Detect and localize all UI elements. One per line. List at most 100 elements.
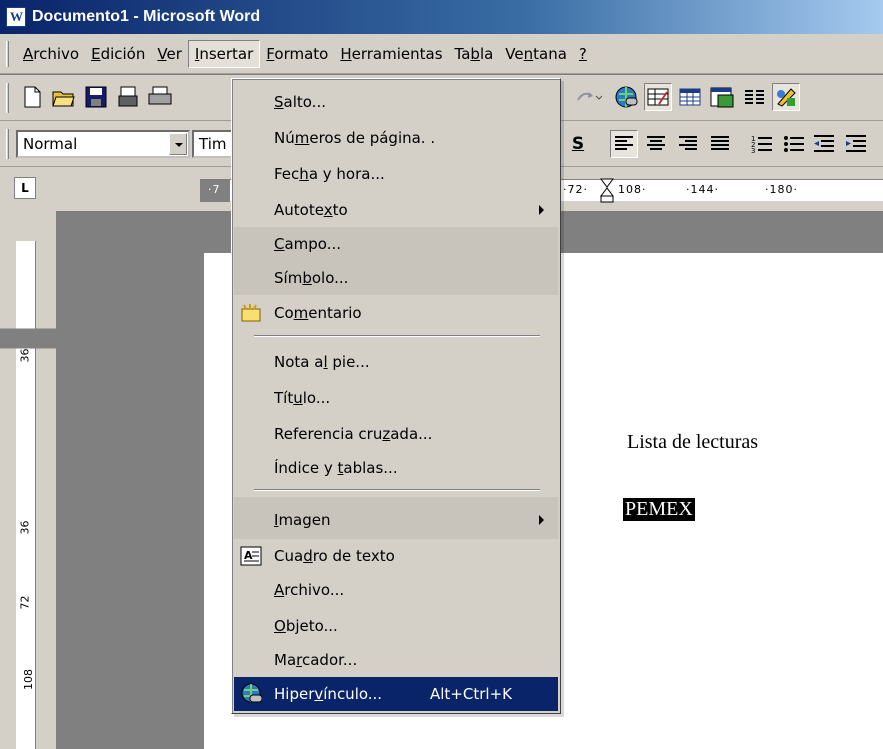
menu-herramientas[interactable]: Herramientas (334, 41, 448, 67)
font-combo[interactable]: Tim (192, 130, 232, 158)
menu-item-label: Archivo... (274, 581, 345, 599)
insert-menu: Salto... Números de página. . Fecha y ho… (231, 78, 561, 714)
menu-item-nota-pie[interactable]: Nota al pie... (234, 345, 558, 379)
permission-icon[interactable] (114, 83, 142, 111)
tab-selector[interactable]: L (14, 177, 36, 199)
open-icon[interactable] (50, 83, 78, 111)
new-document-icon[interactable] (18, 83, 46, 111)
menu-item-label: Autotexto (274, 201, 348, 219)
insert-table-icon[interactable] (676, 83, 704, 111)
menu-ver[interactable]: Ver (151, 41, 188, 67)
menu-item-label: Símbolo... (274, 269, 349, 287)
menu-insertar[interactable]: Insertar (187, 39, 261, 68)
print-icon[interactable] (146, 83, 174, 111)
ruler-label: ·7 (208, 183, 221, 196)
submenu-arrow-icon (539, 205, 544, 215)
menu-ventana[interactable]: Ventana (499, 41, 573, 67)
menu-item-simbolo[interactable]: Símbolo... (234, 261, 558, 295)
align-center-icon[interactable] (642, 130, 670, 158)
word-icon[interactable] (6, 7, 26, 27)
ruler-label: ·72· (563, 183, 588, 196)
menu-item-label: Nota al pie... (274, 353, 370, 371)
title-bar: Documento1 - Microsoft Word (0, 0, 883, 34)
menu-item-label: Campo... (274, 235, 342, 253)
menu-bar: Archivo Edición Ver Insertar Formato Her… (0, 34, 883, 74)
ruler-label: ·144· (686, 183, 719, 196)
menu-item-label: Salto... (274, 93, 326, 111)
menu-edicion[interactable]: Edición (85, 41, 151, 67)
menu-item-hipervinculo[interactable]: Hipervínculo... Alt+Ctrl+K (234, 677, 558, 711)
vertical-ruler-area: 36 36 72 108 (0, 211, 124, 749)
hyperlink-icon[interactable] (612, 83, 640, 111)
menu-separator (254, 489, 540, 491)
menu-formato[interactable]: Formato (260, 41, 334, 67)
textbox-icon: A (240, 545, 262, 567)
menu-item-label: Fecha y hora... (274, 165, 385, 183)
drawing-icon[interactable] (772, 83, 800, 111)
vertical-ruler[interactable]: 36 36 72 108 (0, 241, 124, 749)
ruler-label: 36 (18, 520, 32, 535)
shortcut-label: Alt+Ctrl+K (430, 685, 512, 703)
numbering-icon[interactable]: 123 (748, 130, 776, 158)
chevron-down-icon[interactable] (169, 133, 187, 155)
toolbar-grip[interactable] (6, 83, 9, 113)
menu-item-label: Imagen (274, 511, 331, 529)
selected-text[interactable]: PEMEX (623, 498, 695, 521)
redo-icon[interactable] (574, 83, 602, 111)
hyperlink-icon (240, 683, 262, 705)
font-combo-value: Tim (199, 135, 227, 153)
menu-item-numeros-pagina[interactable]: Números de página. . (234, 121, 558, 155)
document-line[interactable]: Lista de lecturas (627, 431, 758, 454)
menu-tabla[interactable]: Tabla (449, 41, 500, 67)
menu-help[interactable]: ? (573, 41, 593, 67)
menu-item-referencia-cruzada[interactable]: Referencia cruzada... (234, 417, 558, 451)
svg-text:3: 3 (751, 147, 755, 154)
comment-icon (240, 302, 262, 324)
menu-item-label: Referencia cruzada... (274, 425, 433, 443)
menu-item-cuadro-texto[interactable]: A Cuadro de texto (234, 539, 558, 573)
align-left-icon[interactable] (610, 130, 638, 158)
ruler-label: 108 (22, 669, 35, 690)
ruler-label: 36 (18, 348, 32, 363)
insert-excel-icon[interactable] (708, 83, 736, 111)
menu-archivo[interactable]: Archivo (17, 41, 85, 67)
menu-item-label: Números de página. . (274, 129, 436, 147)
menu-item-comentario[interactable]: Comentario (234, 296, 558, 330)
menu-item-marcador[interactable]: Marcador... (234, 643, 558, 677)
submenu-arrow-icon (539, 515, 544, 525)
menu-item-campo[interactable]: Campo... (234, 227, 558, 261)
menu-item-indice-tablas[interactable]: Índice y tablas... (234, 451, 558, 485)
bullets-icon[interactable] (780, 130, 808, 158)
menu-item-label: Marcador... (274, 651, 358, 669)
menu-separator (254, 335, 540, 337)
menu-item-salto[interactable]: Salto... (234, 85, 558, 119)
menu-item-label: Objeto... (274, 617, 338, 635)
menu-item-label: Título... (274, 389, 331, 407)
menu-item-titulo[interactable]: Título... (234, 381, 558, 415)
style-combo[interactable]: Normal (16, 130, 190, 158)
save-icon[interactable] (82, 83, 110, 111)
ruler-label: 72 (18, 595, 32, 610)
menu-item-archivo[interactable]: Archivo... (234, 573, 558, 607)
menubar-grip[interactable] (6, 40, 9, 67)
menu-item-label: Índice y tablas... (274, 459, 398, 477)
shadow-button[interactable]: S (564, 130, 592, 158)
tables-borders-icon[interactable] (644, 83, 672, 111)
menu-item-label: Hipervínculo... (274, 685, 383, 703)
increase-indent-icon[interactable] (842, 130, 870, 158)
menu-item-autotexto[interactable]: Autotexto (234, 193, 558, 227)
svg-text:A: A (244, 549, 253, 562)
menu-item-objeto[interactable]: Objeto... (234, 609, 558, 643)
menu-item-label: Comentario (274, 304, 362, 322)
columns-icon[interactable] (740, 83, 768, 111)
menu-item-imagen[interactable]: Imagen (234, 503, 558, 537)
ruler-label: ·180· (765, 183, 798, 196)
menu-item-fecha-hora[interactable]: Fecha y hora... (234, 157, 558, 191)
justify-icon[interactable] (706, 130, 734, 158)
indent-marker-icon[interactable] (600, 178, 614, 204)
menu-item-label: Cuadro de texto (274, 547, 395, 565)
align-right-icon[interactable] (674, 130, 702, 158)
ruler-label: 108· (618, 183, 647, 196)
toolbar-grip[interactable] (6, 129, 9, 159)
decrease-indent-icon[interactable] (810, 130, 838, 158)
